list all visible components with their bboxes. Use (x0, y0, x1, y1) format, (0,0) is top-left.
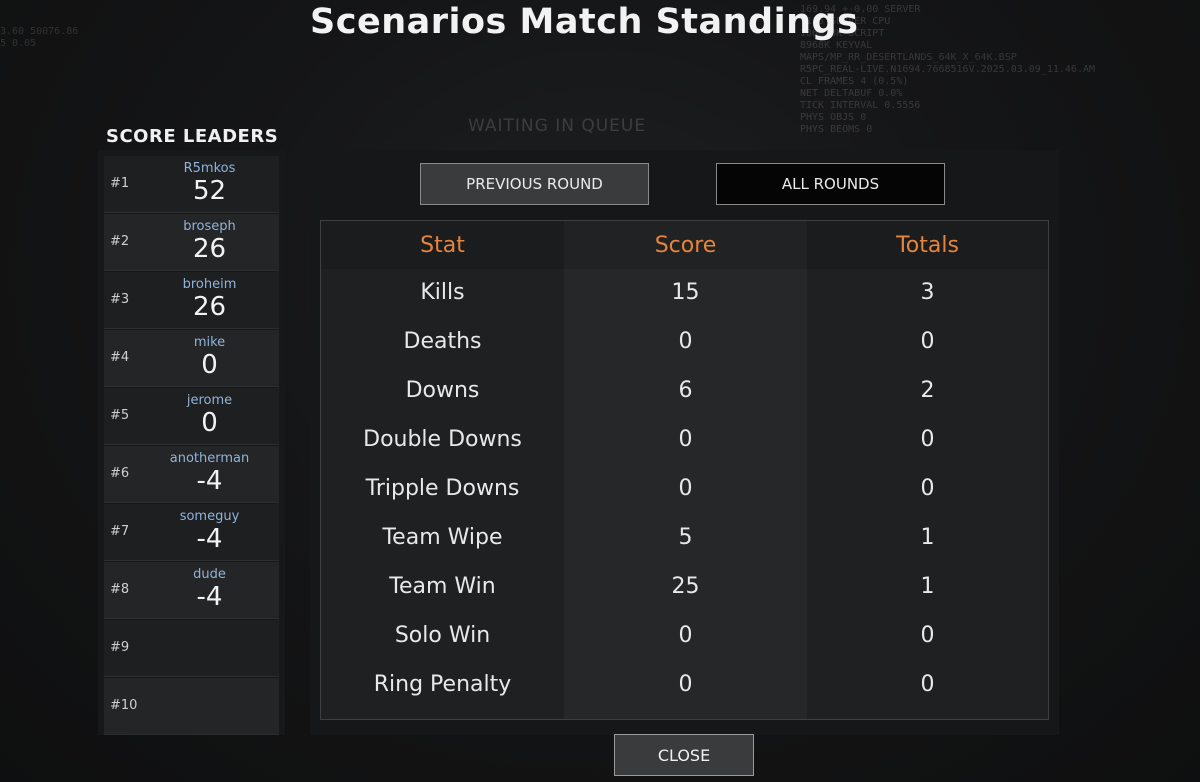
leader-row: #10 (104, 678, 279, 735)
stat-total: 0 (920, 329, 935, 354)
stat-total: 1 (920, 574, 935, 599)
leader-row: #9 (104, 620, 279, 677)
leader-score: 26 (192, 234, 227, 264)
leader-name: broheim (182, 277, 237, 292)
stat-column: Stat Kills Deaths Downs Double Downs Tri… (321, 221, 564, 719)
stat-total: 2 (920, 378, 935, 403)
leader-name: mike (193, 335, 226, 350)
standings-panel: PREVIOUS ROUND ALL ROUNDS Stat Kills Dea… (310, 150, 1059, 735)
stat-name: Tripple Downs (365, 476, 520, 501)
leader-row: #2 broseph 26 (104, 214, 279, 271)
totals-column-header: Totals (896, 233, 959, 258)
stat-score: 0 (678, 623, 693, 648)
leader-rank: #10 (110, 698, 138, 713)
stat-score: 5 (678, 525, 693, 550)
previous-round-tab[interactable]: PREVIOUS ROUND (420, 163, 649, 205)
leader-rank: #2 (110, 234, 130, 249)
stat-name: Team Win (389, 574, 496, 599)
leader-score: -4 (196, 466, 223, 496)
stat-score: 15 (671, 280, 700, 305)
leader-row: #7 someguy -4 (104, 504, 279, 561)
leader-name: someguy (179, 509, 240, 524)
leader-row: #5 jerome 0 (104, 388, 279, 445)
stat-name: Deaths (403, 329, 482, 354)
score-leaders-list: #1 R5mkos 52 #2 broseph 26 #3 broheim 26… (98, 150, 285, 735)
stat-score: 6 (678, 378, 693, 403)
leader-score: -4 (196, 582, 223, 612)
leader-row: #6 anotherman -4 (104, 446, 279, 503)
leader-name: R5mkos (183, 161, 236, 176)
leader-name: jerome (186, 393, 233, 408)
leader-rank: #5 (110, 408, 130, 423)
background-corner-text: 3.60 50076.86 5 0.05 (0, 26, 79, 49)
leader-score: 0 (201, 350, 218, 380)
leader-rank: #1 (110, 176, 130, 191)
page-title: Scenarios Match Standings (310, 2, 859, 42)
stat-name: Downs (405, 378, 480, 403)
totals-column: Totals 3 0 2 0 0 1 1 0 0 (807, 221, 1048, 719)
stat-total: 0 (920, 623, 935, 648)
leader-row: #1 R5mkos 52 (104, 156, 279, 213)
score-column-header: Score (654, 233, 717, 258)
leader-row: #4 mike 0 (104, 330, 279, 387)
score-leaders-title: SCORE LEADERS (106, 126, 279, 147)
stat-column-header: Stat (420, 233, 465, 258)
stat-total: 3 (920, 280, 935, 305)
leader-rank: #4 (110, 350, 130, 365)
leader-name: broseph (183, 219, 236, 234)
stat-total: 0 (920, 427, 935, 452)
stat-score: 0 (678, 329, 693, 354)
stat-name: Solo Win (394, 623, 491, 648)
all-rounds-tab[interactable]: ALL ROUNDS (716, 163, 945, 205)
stat-name: Ring Penalty (373, 672, 512, 697)
leader-rank: #9 (110, 640, 130, 655)
stat-total: 1 (920, 525, 935, 550)
leader-score: 26 (192, 292, 227, 322)
leader-name: dude (193, 567, 226, 582)
leader-score: -4 (196, 524, 223, 554)
stat-score: 0 (678, 476, 693, 501)
leader-rank: #8 (110, 582, 130, 597)
leader-rank: #7 (110, 524, 130, 539)
leader-row: #3 broheim 26 (104, 272, 279, 329)
background-waiting-text: WAITING IN QUEUE (468, 116, 647, 136)
stats-table: Stat Kills Deaths Downs Double Downs Tri… (320, 220, 1049, 720)
stat-total: 0 (920, 672, 935, 697)
leader-name: anotherman (169, 451, 250, 466)
stat-score: 25 (671, 574, 700, 599)
leader-score: 0 (201, 408, 218, 438)
leader-rank: #3 (110, 292, 130, 307)
stat-name: Kills (420, 280, 465, 305)
stat-name: Double Downs (363, 427, 522, 452)
leader-score: 52 (192, 176, 227, 206)
leader-rank: #6 (110, 466, 130, 481)
leader-row: #8 dude -4 (104, 562, 279, 619)
score-column: Score 15 0 6 0 0 5 25 0 0 (564, 221, 807, 719)
close-button[interactable]: CLOSE (614, 734, 754, 776)
stat-score: 0 (678, 427, 693, 452)
stat-name: Team Wipe (382, 525, 503, 550)
stat-score: 0 (678, 672, 693, 697)
stat-total: 0 (920, 476, 935, 501)
